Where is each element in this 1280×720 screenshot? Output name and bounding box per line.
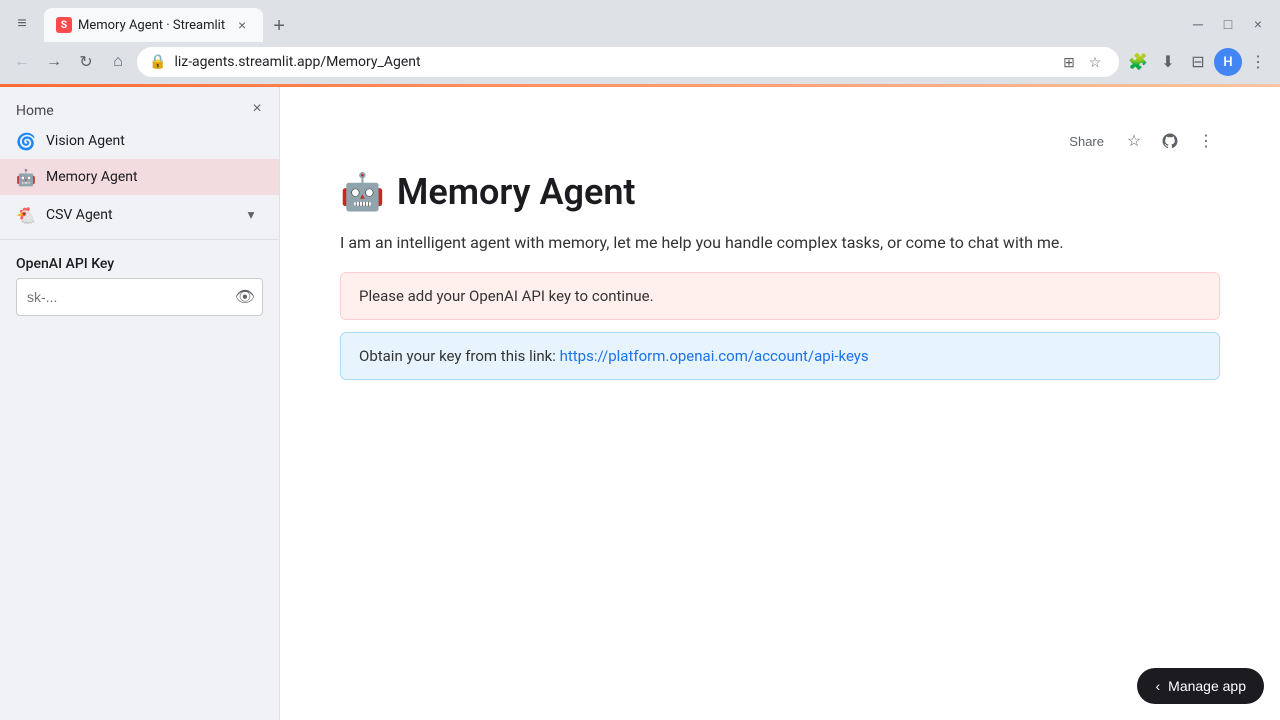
address-text: liz-agents.streamlit.app/Memory_Agent — [174, 54, 1049, 70]
refresh-button[interactable]: ↻ — [72, 48, 100, 76]
tab-favicon: S — [56, 17, 72, 33]
vision-agent-label: Vision Agent — [46, 133, 263, 149]
page-heading: 🤖 Memory Agent — [340, 171, 1220, 213]
browser-window-controls-left: ≡ — [8, 10, 36, 38]
api-key-toggle-button[interactable]: 👁 — [235, 287, 255, 307]
chrome-menu-btn[interactable]: ≡ — [8, 10, 36, 38]
back-button[interactable]: ← — [8, 48, 36, 76]
api-key-input[interactable] — [16, 278, 263, 316]
user-avatar[interactable]: H — [1214, 48, 1242, 76]
app-content: × Home 🌀 Vision Agent 🤖 Memory Agent 🐔 C… — [0, 87, 1280, 720]
translate-button[interactable]: ⊞ — [1057, 50, 1081, 74]
csv-agent-icon: 🐔 — [16, 205, 36, 225]
share-button[interactable]: Share — [1061, 130, 1112, 153]
sidebar-home-label: Home — [0, 95, 279, 123]
tab-title: Memory Agent · Streamlit — [78, 18, 225, 33]
tab-close-button[interactable]: × — [233, 16, 251, 34]
address-actions: ⊞ ☆ — [1057, 50, 1107, 74]
home-button[interactable]: ⌂ — [104, 48, 132, 76]
window-controls: ─ □ × — [1184, 10, 1272, 38]
new-tab-button[interactable]: + — [265, 12, 293, 40]
page-title: Memory Agent — [397, 171, 636, 213]
github-button[interactable] — [1156, 127, 1184, 155]
address-bar[interactable]: 🔒 liz-agents.streamlit.app/Memory_Agent … — [136, 46, 1120, 78]
api-key-info-alert: Obtain your key from this link: https://… — [340, 332, 1220, 380]
sidebar-close-button[interactable]: × — [243, 95, 271, 123]
tab-bar: S Memory Agent · Streamlit × + — [44, 6, 1180, 42]
main-content: Share ☆ ⋮ 🤖 Memory Agent I am an intelli… — [280, 87, 1280, 720]
subtitle-text: I am an intelligent agent with memory, l… — [340, 233, 1220, 252]
vision-agent-icon: 🌀 — [16, 131, 36, 151]
memory-agent-label: Memory Agent — [46, 169, 263, 185]
memory-agent-icon: 🤖 — [16, 167, 36, 187]
forward-button[interactable]: → — [40, 48, 68, 76]
sidebar-toggle-button[interactable]: ⊟ — [1184, 48, 1212, 76]
api-key-label: OpenAI API Key — [16, 256, 263, 272]
maximize-button[interactable]: □ — [1214, 10, 1242, 38]
chrome-more-button[interactable]: ⋮ — [1244, 48, 1272, 76]
browser-top: ≡ S Memory Agent · Streamlit × + ─ □ × — [0, 0, 1280, 42]
close-window-button[interactable]: × — [1244, 10, 1272, 38]
browser-toolbar-right: 🧩 ⬇ ⊟ H ⋮ — [1124, 48, 1272, 76]
info-prefix-text: Obtain your key from this link: — [359, 347, 560, 365]
sidebar: × Home 🌀 Vision Agent 🤖 Memory Agent 🐔 C… — [0, 87, 280, 720]
manage-app-chevron: ‹ — [1155, 678, 1160, 694]
sidebar-item-csv-agent[interactable]: 🐔 CSV Agent ▾ — [0, 195, 279, 235]
api-key-input-wrapper: 👁 — [16, 278, 263, 316]
browser-nav: ← → ↻ ⌂ 🔒 liz-agents.streamlit.app/Memor… — [0, 42, 1280, 84]
csv-agent-label: CSV Agent — [46, 207, 229, 223]
minimize-button[interactable]: ─ — [1184, 10, 1212, 38]
sidebar-item-memory-agent[interactable]: 🤖 Memory Agent — [0, 159, 279, 195]
sidebar-item-vision-agent[interactable]: 🌀 Vision Agent — [0, 123, 279, 159]
extensions-button[interactable]: 🧩 — [1124, 48, 1152, 76]
star-button[interactable]: ☆ — [1083, 50, 1107, 74]
eye-icon: 👁 — [235, 287, 255, 307]
warning-text: Please add your OpenAI API key to contin… — [359, 287, 654, 305]
more-options-button[interactable]: ⋮ — [1192, 127, 1220, 155]
main-header-actions: Share ☆ ⋮ — [340, 127, 1220, 155]
lock-icon: 🔒 — [149, 54, 166, 70]
manage-app-button[interactable]: ‹ Manage app — [1137, 668, 1264, 704]
csv-agent-expand-button[interactable]: ▾ — [239, 203, 263, 227]
manage-app-label: Manage app — [1168, 678, 1246, 694]
api-keys-link[interactable]: https://platform.openai.com/account/api-… — [560, 347, 869, 365]
heading-emoji: 🤖 — [340, 174, 385, 210]
sidebar-divider — [0, 239, 279, 240]
active-tab[interactable]: S Memory Agent · Streamlit × — [44, 8, 263, 42]
browser-chrome: ≡ S Memory Agent · Streamlit × + ─ □ × ←… — [0, 0, 1280, 87]
api-key-section: OpenAI API Key 👁 — [0, 244, 279, 328]
star-page-button[interactable]: ☆ — [1120, 127, 1148, 155]
download-button[interactable]: ⬇ — [1154, 48, 1182, 76]
api-key-warning-alert: Please add your OpenAI API key to contin… — [340, 272, 1220, 320]
